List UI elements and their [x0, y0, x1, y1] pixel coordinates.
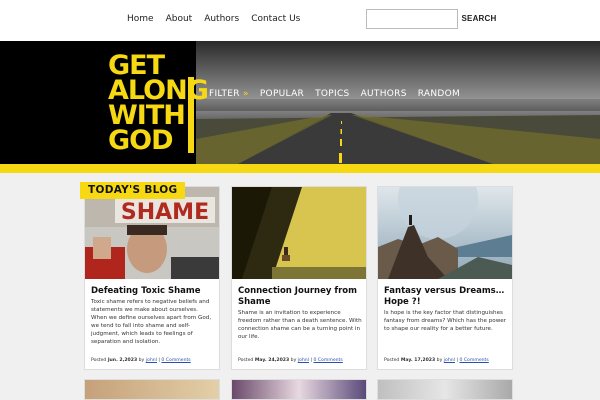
blog-card[interactable]: Fantasy versus Dreams… Hope ?! Is hope i… [377, 186, 513, 370]
blog-card-title[interactable]: Defeating Toxic Shame [91, 286, 215, 297]
filter-label: FILTER [209, 89, 240, 99]
blog-card-meta: Posted Jun. 2,2023 by johnl | 0 Comments [91, 358, 219, 363]
meta-by: by [290, 358, 297, 363]
filter-menu[interactable]: FILTER » [209, 89, 249, 99]
blog-card-partial[interactable] [231, 379, 367, 400]
blog-card-excerpt: Shame is an invitation to experience fre… [238, 310, 362, 340]
blog-card-meta: Posted May. 24,2023 by johnl | 0 Comment… [238, 358, 366, 363]
section-label: TODAY'S BLOG [80, 182, 186, 199]
blog-card-excerpt: Is hope is the key factor that distingui… [384, 310, 507, 332]
banner-yellow-stripe [0, 164, 600, 173]
logo-line-4: GOD [108, 125, 174, 156]
category-authors-link[interactable]: AUTHORS [361, 89, 407, 99]
header-banner: GET ALONG WITH GOD FILTER » POPULAR TOPI… [0, 41, 600, 165]
road-graphic [196, 113, 600, 165]
blog-card-title[interactable]: Fantasy versus Dreams… Hope ?! [384, 286, 508, 308]
blog-card-meta: Posted May. 17,2023 by johnl | 0 Comment… [384, 358, 512, 363]
top-nav: Home About Authors Contact Us [127, 14, 300, 24]
meta-comments-link[interactable]: 0 Comments [161, 358, 190, 363]
meta-date: May. 17,2023 [400, 358, 436, 363]
meta-posted: Posted [91, 358, 107, 363]
meta-author-link[interactable]: johnl [146, 358, 157, 363]
nav-home-link[interactable]: Home [127, 14, 154, 24]
meta-date: Jun. 2,2023 [107, 358, 138, 363]
meta-posted: Posted [384, 358, 400, 363]
blog-card-image[interactable] [378, 187, 512, 279]
logo-divider-bar [188, 77, 194, 153]
meta-by: by [436, 358, 443, 363]
shame-image-text: SHAME [121, 200, 209, 225]
site-logo[interactable]: GET ALONG WITH GOD [108, 52, 209, 156]
meta-comments-link[interactable]: 0 Comments [313, 358, 342, 363]
meta-by: by [138, 358, 145, 363]
meta-separator: | [456, 358, 458, 363]
road-landscape-image [196, 41, 600, 165]
category-nav: FILTER » POPULAR TOPICS AUTHORS RANDOM [209, 89, 460, 99]
nav-contact-link[interactable]: Contact Us [251, 14, 300, 24]
blog-card[interactable]: Connection Journey from Shame Shame is a… [231, 186, 367, 370]
meta-author-link[interactable]: johnl [298, 358, 309, 363]
category-random-link[interactable]: RANDOM [418, 89, 460, 99]
meta-separator: | [158, 358, 160, 363]
category-topics-link[interactable]: TOPICS [315, 89, 349, 99]
nav-about-link[interactable]: About [166, 14, 193, 24]
blog-card[interactable]: SHAME Defeating Toxic Shame Toxic shame … [84, 186, 220, 370]
meta-posted: Posted [238, 358, 254, 363]
blog-card-partial[interactable] [84, 379, 220, 400]
category-popular-link[interactable]: POPULAR [260, 89, 304, 99]
filter-arrow-icon: » [243, 89, 249, 99]
blog-card-title[interactable]: Connection Journey from Shame [238, 286, 362, 308]
search-input[interactable] [366, 9, 458, 29]
meta-date: May. 24,2023 [254, 358, 290, 363]
blog-card-partial[interactable] [377, 379, 513, 400]
meta-author-link[interactable]: johnl [444, 358, 455, 363]
yellow-wall-photo [232, 187, 366, 279]
meta-separator: | [310, 358, 312, 363]
blog-card-excerpt: Toxic shame refers to negative beliefs a… [91, 299, 212, 345]
blog-card-image[interactable] [232, 187, 366, 279]
mountain-planet-photo [378, 187, 512, 279]
search-button[interactable]: SEARCH [460, 9, 498, 29]
meta-comments-link[interactable]: 0 Comments [459, 358, 488, 363]
top-bar: Home About Authors Contact Us SEARCH [0, 0, 600, 41]
blog-card-image[interactable]: SHAME [85, 187, 219, 279]
nav-authors-link[interactable]: Authors [204, 14, 239, 24]
shame-photo: SHAME [85, 187, 219, 279]
